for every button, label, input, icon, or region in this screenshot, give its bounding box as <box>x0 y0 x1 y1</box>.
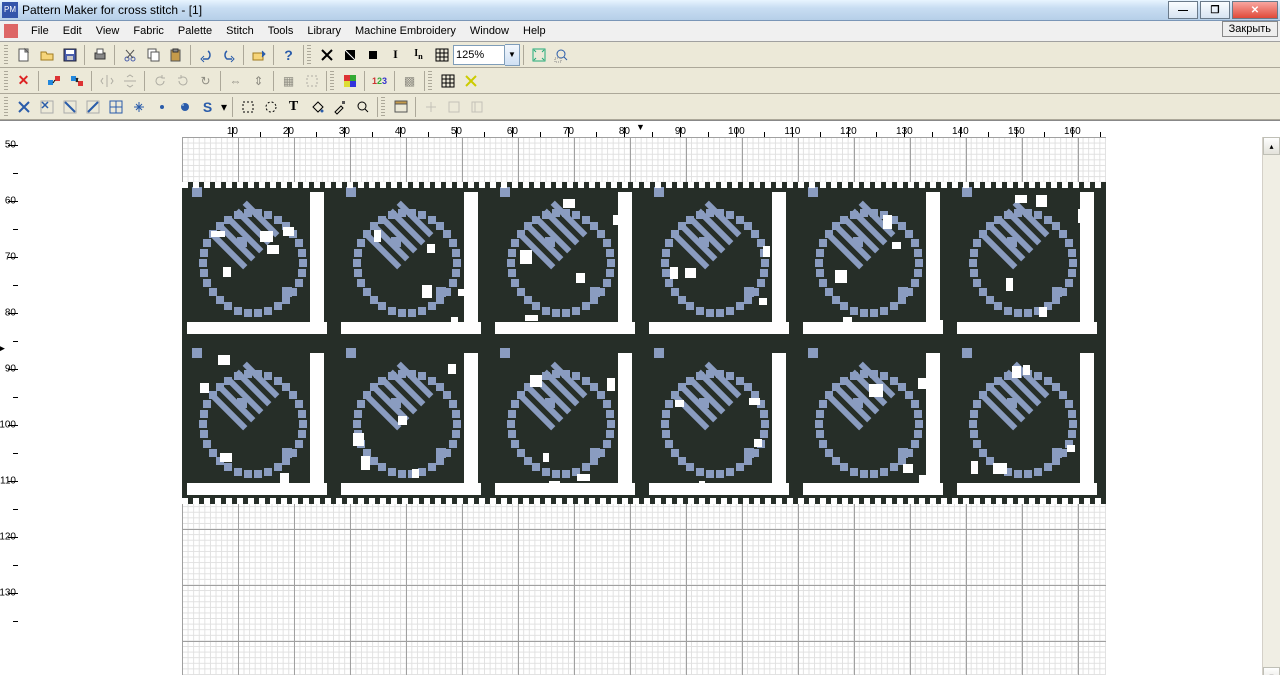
french-knot-tool[interactable] <box>150 96 173 118</box>
machine-1-button <box>419 96 442 118</box>
vertical-scrollbar[interactable]: ▴ ▾ <box>1262 137 1280 675</box>
mdi-system-icon[interactable] <box>4 24 18 38</box>
specialty-dd[interactable]: ▾ <box>219 96 229 118</box>
quarter-tool[interactable] <box>104 96 127 118</box>
minimize-button[interactable]: — <box>1168 1 1198 19</box>
grid-mode-button[interactable] <box>430 44 453 66</box>
select-rect-tool[interactable] <box>236 96 259 118</box>
ruler-vertical[interactable]: 5060708090100110120130 <box>0 137 19 675</box>
zoom-input[interactable]: 125% <box>453 45 505 65</box>
menu-library[interactable]: Library <box>300 23 348 39</box>
help-button[interactable]: ? <box>277 44 300 66</box>
backstitch-n-button[interactable]: In <box>407 44 430 66</box>
toolbar-grip[interactable] <box>307 45 311 65</box>
close-help-button[interactable]: Закрыть <box>1222 21 1278 37</box>
swap-color-button[interactable] <box>65 70 88 92</box>
copy-button[interactable] <box>141 44 164 66</box>
block-button[interactable] <box>361 44 384 66</box>
v-center-marker: ▶ <box>0 343 5 354</box>
menu-file[interactable]: File <box>24 23 56 39</box>
center-h-button: ⇔ <box>224 70 247 92</box>
title-bar: PM Pattern Maker for cross stitch - [1] … <box>0 0 1280 21</box>
select-free-tool[interactable] <box>259 96 282 118</box>
cut-button[interactable] <box>118 44 141 66</box>
menu-help[interactable]: Help <box>516 23 553 39</box>
replace-color-button[interactable] <box>42 70 65 92</box>
zoom-region-button[interactable] <box>550 44 573 66</box>
toolbar-grip[interactable] <box>4 97 8 117</box>
import-button[interactable] <box>247 44 270 66</box>
toolbar-grip[interactable] <box>4 45 8 65</box>
menu-machine-embroidery[interactable]: Machine Embroidery <box>348 23 463 39</box>
petite-tool[interactable] <box>127 96 150 118</box>
h-center-marker: ▼ <box>636 122 645 132</box>
backstitch-1-button[interactable]: I <box>384 44 407 66</box>
highlight-button[interactable] <box>459 70 482 92</box>
scroll-up-button[interactable]: ▴ <box>1263 137 1280 155</box>
text-tool[interactable]: T <box>282 96 305 118</box>
half-up-tool[interactable] <box>81 96 104 118</box>
menu-fabric[interactable]: Fabric <box>126 23 171 39</box>
toolbar-grip[interactable] <box>330 71 334 91</box>
paste-button[interactable] <box>164 44 187 66</box>
print-button[interactable] <box>88 44 111 66</box>
flip-h-button <box>95 70 118 92</box>
toolbar-edit: ✕ ↻ ⇔ ⇕ ▦ 123 ▩ <box>0 68 1280 94</box>
toolbar-grip[interactable] <box>428 71 432 91</box>
app-icon: PM <box>2 2 18 18</box>
maximize-button[interactable]: ❐ <box>1200 1 1230 19</box>
bead-tool[interactable] <box>173 96 196 118</box>
menu-tools[interactable]: Tools <box>261 23 301 39</box>
new-button[interactable] <box>12 44 35 66</box>
library-button[interactable] <box>389 96 412 118</box>
scroll-down-button[interactable]: ▾ <box>1263 667 1280 675</box>
stitch-pattern <box>182 182 1106 504</box>
half-stitch-fill-button[interactable] <box>338 44 361 66</box>
window-title: Pattern Maker for cross stitch - [1] <box>22 3 1168 17</box>
menu-bar: File Edit View Fabric Palette Stitch Too… <box>0 21 1280 42</box>
specialty-tool[interactable]: S <box>196 96 219 118</box>
toolbar-grip[interactable] <box>4 71 8 91</box>
grid-toggle-button[interactable] <box>436 70 459 92</box>
machine-3-button <box>465 96 488 118</box>
menu-view[interactable]: View <box>89 23 127 39</box>
menu-edit[interactable]: Edit <box>56 23 89 39</box>
menu-window[interactable]: Window <box>463 23 516 39</box>
menu-stitch[interactable]: Stitch <box>219 23 261 39</box>
fit-window-button[interactable] <box>527 44 550 66</box>
menu-palette[interactable]: Palette <box>171 23 219 39</box>
rotate-cw-button <box>171 70 194 92</box>
full-cross-tool[interactable] <box>12 96 35 118</box>
crop-button <box>300 70 323 92</box>
align-button: ▦ <box>277 70 300 92</box>
toolbar-tools: S ▾ T <box>0 94 1280 120</box>
toolbar-standard: ? I In 125% ▼ <box>0 42 1280 68</box>
redo-button[interactable] <box>217 44 240 66</box>
mini-cross-tool[interactable] <box>35 96 58 118</box>
workspace: 102030405060708090100110120130140150160 … <box>0 120 1280 675</box>
full-stitch-button[interactable] <box>315 44 338 66</box>
palette-colors-button[interactable] <box>338 70 361 92</box>
rotate-ccw-button <box>148 70 171 92</box>
toolbar-grip[interactable] <box>381 97 385 117</box>
open-button[interactable] <box>35 44 58 66</box>
symbols-button[interactable]: 123 <box>368 70 391 92</box>
center-v-button: ⇕ <box>247 70 270 92</box>
show-symbols-button: ▩ <box>398 70 421 92</box>
zoom-tool[interactable] <box>351 96 374 118</box>
design-canvas[interactable] <box>18 137 1263 675</box>
save-button[interactable] <box>58 44 81 66</box>
half-down-tool[interactable] <box>58 96 81 118</box>
zoom-dropdown[interactable]: ▼ <box>505 44 520 66</box>
window-buttons: — ❐ ✕ <box>1168 1 1278 19</box>
fill-tool[interactable] <box>305 96 328 118</box>
fabric-area <box>182 137 1106 675</box>
close-button[interactable]: ✕ <box>1232 1 1278 19</box>
machine-2-button <box>442 96 465 118</box>
eyedropper-tool[interactable] <box>328 96 351 118</box>
rotate-180-button: ↻ <box>194 70 217 92</box>
flip-v-button <box>118 70 141 92</box>
undo-button[interactable] <box>194 44 217 66</box>
delete-button[interactable]: ✕ <box>12 70 35 92</box>
